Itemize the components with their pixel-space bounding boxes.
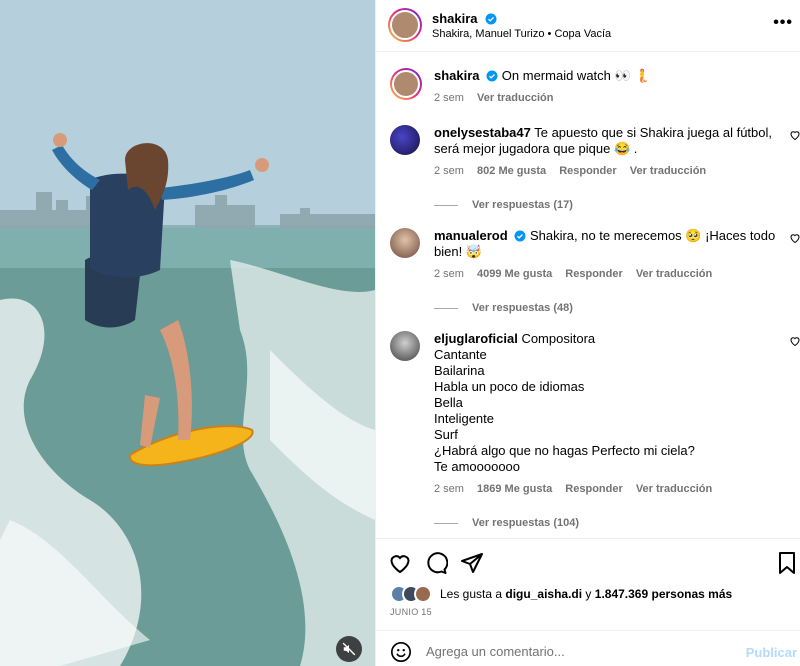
comment-line: Habla un poco de idiomas [434, 379, 585, 394]
comment-line: Compositora [521, 331, 596, 346]
verified-badge-icon [486, 70, 498, 82]
likes-count[interactable]: 1.847.369 personas más [595, 587, 732, 601]
view-replies-button[interactable]: Ver respuestas (104) [434, 515, 784, 531]
post-date[interactable]: JUNIO 15 [390, 607, 432, 617]
comment-username[interactable]: onelysestaba47 [434, 125, 531, 140]
comment-line: Bella [434, 395, 463, 410]
likes-prefix: Les gusta a [440, 587, 503, 601]
comment-line: Bailarina [434, 363, 485, 378]
comment-username[interactable]: eljuglaroficial [434, 331, 518, 346]
liker-avatar[interactable] [414, 585, 432, 603]
likes-summary: Les gusta a digu_aisha.di y 1.847.369 pe… [390, 585, 732, 603]
comment-avatar[interactable] [390, 228, 420, 258]
audio-credit[interactable]: Shakira, Manuel Turizo • Copa Vacía [432, 28, 611, 40]
mute-button[interactable] [336, 636, 362, 662]
more-icon[interactable]: ••• [773, 14, 793, 32]
comment-input[interactable] [426, 639, 726, 663]
heart-icon[interactable] [789, 129, 800, 141]
comment-likes[interactable]: 1869 Me gusta [477, 483, 552, 495]
verified-badge-icon [514, 230, 526, 242]
post-details-panel: shakira Shakira, Manuel Turizo • Copa Va… [375, 0, 800, 666]
view-replies-button[interactable]: Ver respuestas (48) [434, 300, 784, 316]
likes-connector: y [585, 587, 592, 601]
heart-icon[interactable] [789, 335, 800, 347]
emoji-icon[interactable] [390, 641, 412, 663]
comment-line: Surf [434, 427, 458, 442]
comment-username[interactable]: manualerod [434, 228, 508, 243]
heart-icon[interactable] [789, 232, 800, 244]
publish-button[interactable]: Publicar [746, 645, 797, 660]
author-avatar[interactable] [388, 8, 422, 42]
comment-avatar[interactable] [390, 125, 420, 155]
comment-time[interactable]: 2 sem [434, 483, 464, 495]
comments-list: shakira On mermaid watch 👀 🧜 2 sem Ver t… [376, 53, 800, 538]
caption-translate[interactable]: Ver traducción [477, 92, 553, 104]
liker-username[interactable]: digu_aisha.di [505, 587, 582, 601]
verified-badge-icon [485, 13, 497, 25]
add-comment-bar: Publicar [376, 630, 800, 666]
comment-time[interactable]: 2 sem [434, 165, 464, 177]
translate-button[interactable]: Ver traducción [636, 483, 712, 495]
heart-icon[interactable] [388, 551, 412, 575]
muted-speaker-icon [342, 642, 356, 656]
caption-text: On mermaid watch 👀 🧜 [501, 68, 651, 83]
comment-line: Te amooooooo [434, 459, 521, 474]
share-icon[interactable] [460, 551, 484, 575]
comment-icon[interactable] [424, 551, 448, 575]
caption-avatar[interactable] [390, 68, 422, 100]
comment-line: Inteligente [434, 411, 494, 426]
bookmark-icon[interactable] [775, 551, 799, 575]
reply-button[interactable]: Responder [565, 483, 622, 495]
translate-button[interactable]: Ver traducción [636, 268, 712, 280]
surfing-scene-image [0, 0, 375, 666]
post-video[interactable] [0, 0, 375, 666]
comment-time[interactable]: 2 sem [434, 268, 464, 280]
comment-line: ¿Habrá algo que no hagas Perfecto mi cie… [434, 443, 695, 458]
comment-avatar[interactable] [390, 331, 420, 361]
comment-likes[interactable]: 4099 Me gusta [477, 268, 552, 280]
comment-line: Cantante [434, 347, 487, 362]
view-replies-button[interactable]: Ver respuestas (17) [434, 197, 784, 213]
translate-button[interactable]: Ver traducción [630, 165, 706, 177]
post-header: shakira Shakira, Manuel Turizo • Copa Va… [376, 0, 800, 52]
comment-likes[interactable]: 802 Me gusta [477, 165, 546, 177]
caption-time[interactable]: 2 sem [434, 92, 464, 104]
author-username[interactable]: shakira [432, 11, 478, 26]
reply-button[interactable]: Responder [565, 268, 622, 280]
reply-button[interactable]: Responder [559, 165, 616, 177]
caption-username[interactable]: shakira [434, 68, 480, 83]
